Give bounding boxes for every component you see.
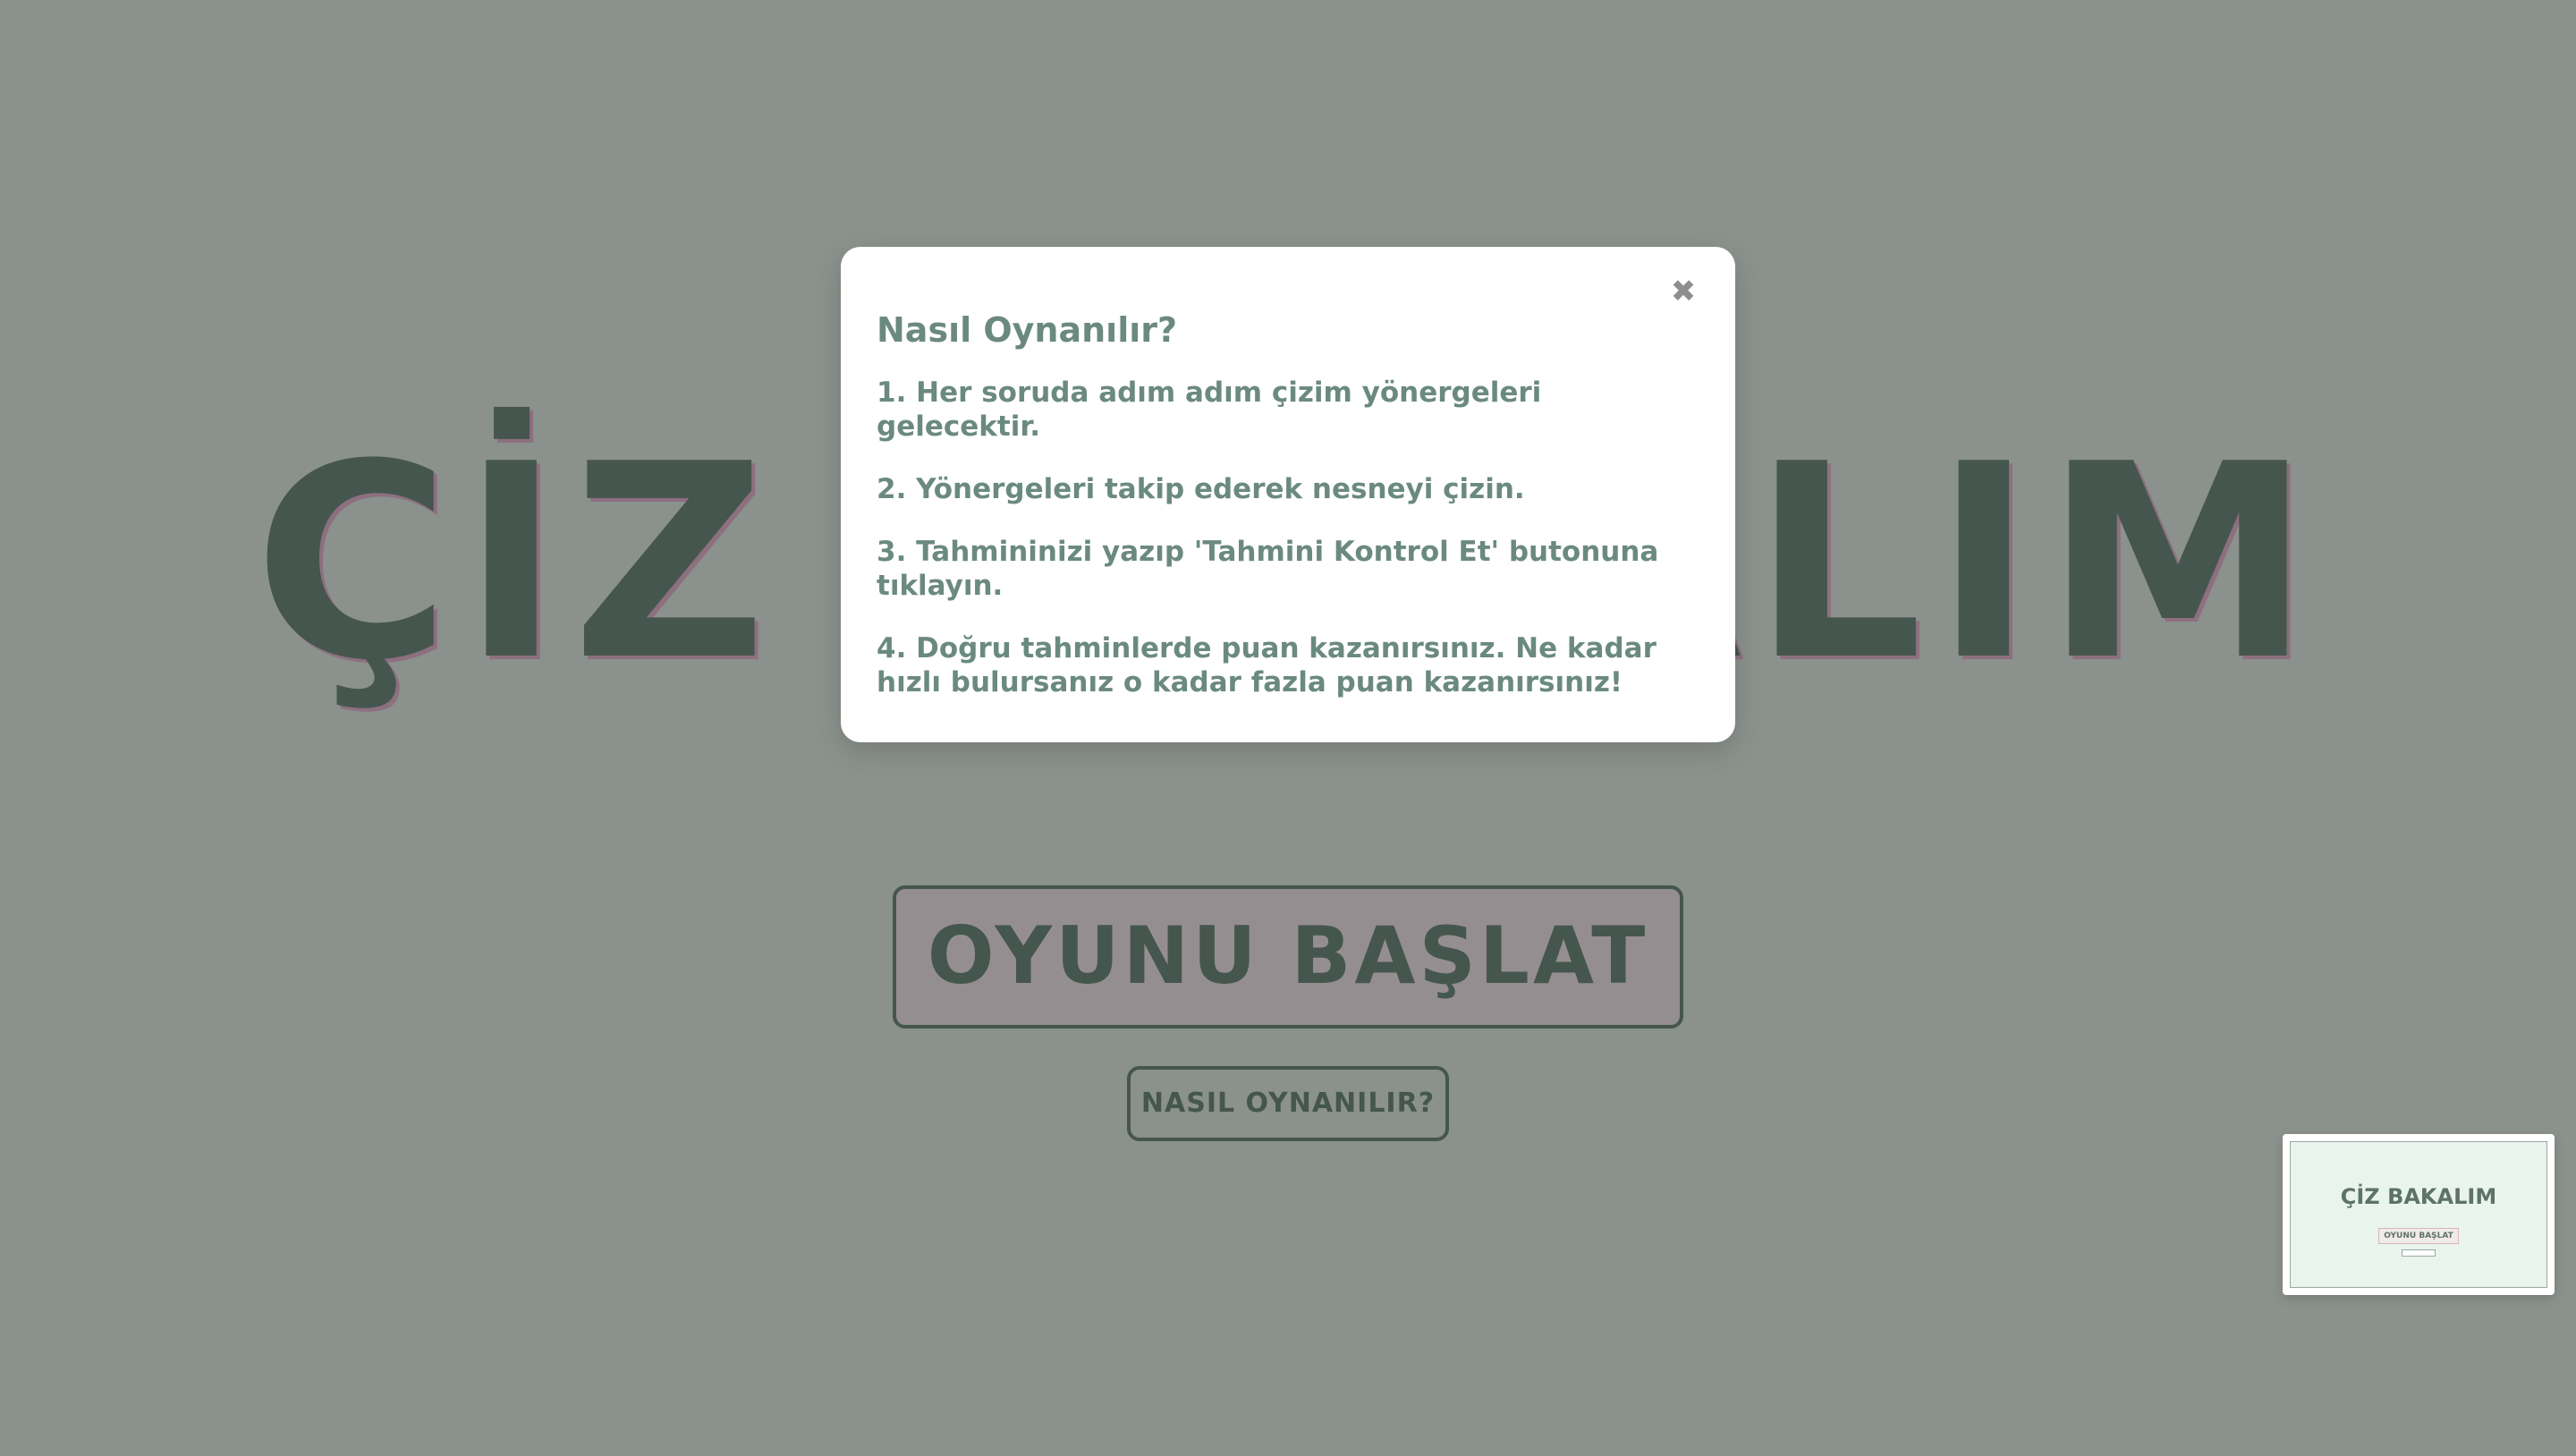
preview-howto-button bbox=[2402, 1249, 2436, 1257]
close-icon[interactable]: ✖ bbox=[1667, 275, 1699, 308]
modal-step-2: 2. Yönergeleri takip ederek nesneyi çizi… bbox=[877, 473, 1525, 505]
preview-thumbnail[interactable]: ÇİZ BAKALIM OYUNU BAŞLAT bbox=[2283, 1134, 2555, 1295]
modal-step-4: 4. Doğru tahminlerde puan kazanırsınız. … bbox=[877, 632, 1657, 698]
preview-title: ÇİZ BAKALIM bbox=[2340, 1184, 2497, 1209]
game-screen: ÇİZ BAKALIM OYUNU BAŞLAT NASIL OYNANILIR… bbox=[0, 0, 2576, 1456]
preview-thumbnail-canvas: ÇİZ BAKALIM OYUNU BAŞLAT bbox=[2290, 1141, 2547, 1288]
start-game-button[interactable]: OYUNU BAŞLAT bbox=[893, 885, 1683, 1029]
preview-start-button: OYUNU BAŞLAT bbox=[2378, 1228, 2459, 1244]
how-to-play-button[interactable]: NASIL OYNANILIR? bbox=[1127, 1066, 1449, 1141]
modal-step-1: 1. Her soruda adım adım çizim yönergeler… bbox=[877, 377, 1542, 443]
modal-step-3: 3. Tahmininizi yazıp 'Tahmini Kontrol Et… bbox=[877, 536, 1659, 602]
modal-title: Nasıl Oynanılır? bbox=[877, 310, 1178, 350]
how-to-play-modal: ✖ Nasıl Oynanılır? 1. Her soruda adım ad… bbox=[841, 247, 1735, 742]
